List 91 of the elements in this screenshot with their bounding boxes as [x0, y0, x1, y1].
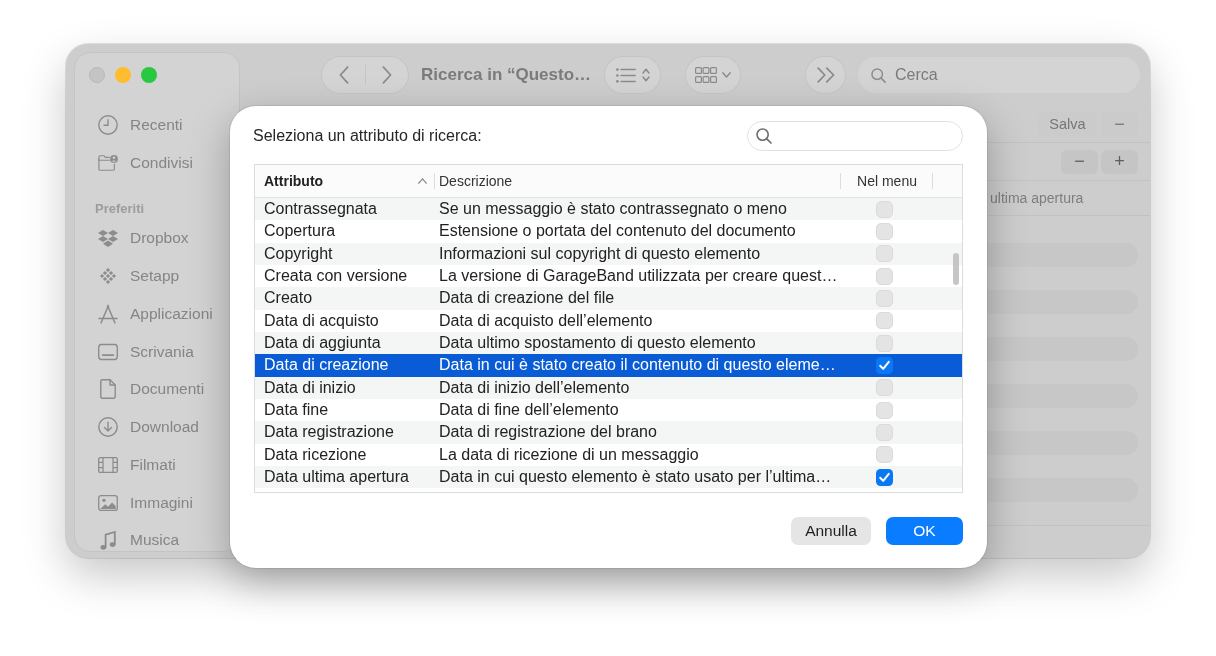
search-field[interactable]: Cerca [858, 57, 1140, 93]
checkbox[interactable] [876, 401, 893, 419]
table-cell-text: Se un messaggio è stato contrassegnato o meno [438, 199, 788, 220]
table-cell-text: Data di inizio [263, 377, 357, 398]
table-cell-text: Creata con versione [263, 266, 409, 287]
double-chevron-icon [816, 67, 835, 83]
table-row[interactable]: Data fine Data di fine dell’elemento [255, 398, 962, 422]
table-cell-text: Data di inizio dell’elemento [438, 377, 631, 398]
image-icon [98, 493, 118, 512]
download-icon [98, 417, 118, 437]
column-header[interactable]: Descrizione [435, 165, 841, 197]
checkbox[interactable] [876, 267, 893, 285]
table-cell-text: Data fine [263, 400, 330, 421]
desktop-icon [98, 342, 118, 361]
view-options-button[interactable] [605, 57, 660, 93]
clock-icon [98, 115, 118, 135]
more-button[interactable] [806, 57, 845, 93]
table-cell-text: Data di aggiunta [263, 333, 382, 354]
diamond-dots-icon [100, 267, 116, 285]
scrollbar-thumb[interactable] [953, 253, 959, 285]
close-button[interactable] [89, 67, 105, 83]
table-cell-text: Creato [263, 288, 314, 309]
checkbox[interactable] [876, 312, 893, 330]
add-criterion-button[interactable]: + [1101, 149, 1138, 174]
a-shape-icon [98, 303, 118, 324]
table-cell-text: Copertura [263, 221, 337, 242]
ok-button[interactable]: OK [886, 517, 963, 545]
table-cell-text: Data di fine dell’elemento [438, 400, 620, 421]
checkbox[interactable] [876, 446, 893, 464]
table-row[interactable]: Data ultima apertura Data in cui questo elemento è stato usato per l’ultima… [255, 465, 962, 489]
table-row[interactable]: Creato Data di creazione del file [255, 287, 962, 310]
diamonds-icon [98, 229, 118, 247]
table-cell-text: Estensione o portata del contenuto del documento [438, 221, 797, 242]
column-header: ultima apertura [990, 190, 1084, 206]
table-cell-text: Data ultimo spostamento di questo elemento [438, 333, 757, 354]
table-row[interactable]: Copertura Estensione o portata del contenuto del documento [255, 220, 962, 243]
cancel-button[interactable]: Annulla [791, 517, 871, 545]
column-header[interactable]: Nel menu [841, 165, 933, 197]
checkbox[interactable] [876, 200, 893, 218]
remove-criterion-button[interactable]: − [1061, 149, 1098, 174]
document-icon [100, 379, 116, 400]
list-icon [615, 67, 636, 83]
table-cell-text: Data di creazione [263, 355, 390, 376]
table-cell-text: Data di registrazione del brano [438, 422, 658, 443]
chevron-down-icon [722, 72, 731, 78]
group-button[interactable] [686, 57, 740, 93]
table-row[interactable]: Data di inizio Data di inizio dell’elemento [255, 376, 962, 399]
table-cell-text: Data in cui è stato creato il contenuto di questo eleme… [438, 355, 837, 376]
checkbox[interactable] [876, 289, 893, 307]
table-row[interactable]: Contrassegnata Se un messaggio è stato contrassegnato o meno [255, 198, 962, 221]
search-icon [871, 67, 886, 83]
table-row[interactable]: Creata con versione La versione di GarageBand utilizzata per creare quest… [255, 265, 962, 288]
dialog-prompt: Seleziona un attributo di ricerca: [253, 127, 482, 145]
zoom-button[interactable] [141, 67, 157, 83]
search-field[interactable] [747, 121, 963, 151]
checkbox[interactable] [876, 245, 893, 263]
table-cell-text: Contrassegnata [263, 199, 378, 220]
table-cell-text: Data di acquisto dell’elemento [438, 310, 654, 331]
up-down-chevron-icon [641, 68, 650, 82]
checkbox[interactable] [876, 334, 893, 352]
search-icon [756, 128, 772, 144]
window-title: Ricerca in “Questo… [421, 65, 593, 85]
table-row[interactable]: Copyright Informazioni sul copyright di questo elemento [255, 242, 962, 265]
chevron-right-icon [381, 66, 392, 84]
table-row[interactable]: Data registrazione Data di registrazione del brano [255, 421, 962, 444]
table-row[interactable]: Data ricezione La data di ricezione di un messaggio [255, 443, 962, 466]
table-cell-text: Informazioni sul copyright di questo elemento [438, 243, 762, 264]
table-row[interactable]: Data di aggiunta Data ultimo spostamento di questo elemento [255, 331, 962, 355]
table-cell-text: Data registrazione [263, 422, 395, 443]
table-row[interactable]: Data di acquisto Data di acquisto dell’elemento [255, 309, 962, 332]
table-cell-text: Data ultima apertura [263, 467, 410, 488]
table-cell-text: Copyright [263, 243, 334, 264]
film-strip-icon [98, 455, 118, 474]
checkbox[interactable] [876, 356, 893, 374]
grid-icon [695, 67, 717, 83]
shared-folder-icon [98, 153, 118, 172]
table-cell-text: Data ricezione [263, 444, 368, 465]
table-cell-text: La versione di GarageBand utilizzata per creare quest… [438, 266, 839, 287]
table-row[interactable]: Data di creazione Data in cui è stato creato il contenuto di questo eleme… [255, 354, 962, 377]
column-header[interactable]: Attributo [255, 165, 435, 197]
table-cell-text: Data di creazione del file [438, 288, 616, 309]
table-cell-text: Data in cui questo elemento è stato usato per l’ultima… [438, 467, 833, 488]
music-note-icon [100, 530, 116, 550]
checkbox[interactable] [876, 468, 893, 486]
checkbox[interactable] [876, 423, 893, 441]
table-cell-text: Data di acquisto [263, 310, 380, 331]
chevron-left-icon [338, 66, 349, 84]
checkbox[interactable] [876, 379, 893, 397]
minimize-button[interactable] [115, 67, 131, 83]
checkbox[interactable] [876, 223, 893, 240]
table-cell-text: La data di ricezione di un messaggio [438, 444, 700, 465]
